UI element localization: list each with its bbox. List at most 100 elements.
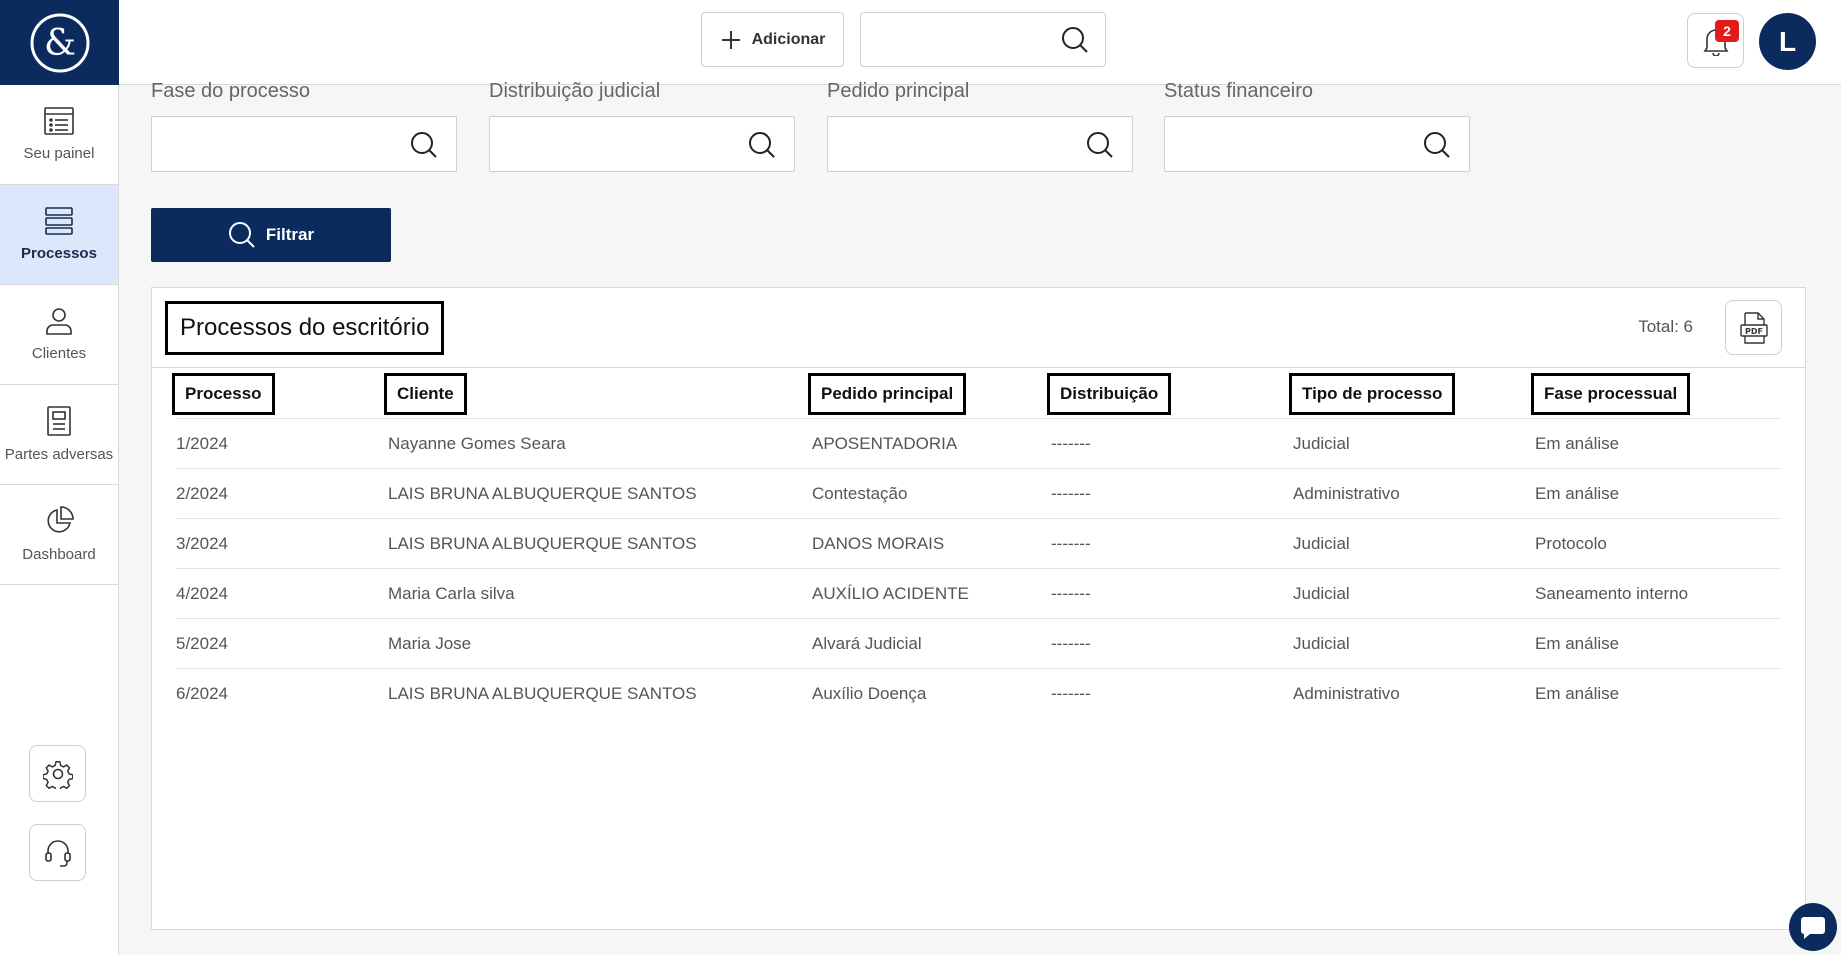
cell-cliente: LAIS BRUNA ALBUQUERQUE SANTOS (388, 484, 697, 503)
pdf-icon: PDF (1739, 311, 1768, 344)
svg-text:PDF: PDF (1745, 327, 1763, 336)
cell-pedido-principal: Auxílio Doença (812, 684, 927, 703)
filter-distribuicao-field (489, 116, 795, 172)
stack-icon (45, 207, 73, 235)
filter-label-status: Status financeiro (1164, 80, 1313, 102)
chat-button[interactable] (1789, 903, 1837, 951)
filter-button[interactable]: Filtrar (151, 208, 391, 262)
gear-icon (42, 760, 73, 789)
filter-label-distribuicao: Distribuição judicial (489, 80, 661, 102)
ampersand-logo-icon: & (30, 13, 89, 72)
app-logo[interactable]: & (0, 0, 119, 85)
cell-cliente: Maria Jose (388, 634, 472, 653)
sidebar-item-label: Clientes (31, 345, 87, 362)
search-icon[interactable] (1061, 26, 1089, 54)
sidebar-item-label: Processos (21, 245, 97, 262)
column-header-cliente[interactable]: Cliente (384, 373, 467, 415)
sidebar: & Seu painel Processos Clientes Partes a… (0, 0, 119, 955)
table-body: 1/2024 Nayanne Gomes Seara APOSENTADORIA --… (152, 418, 1805, 718)
table-row[interactable]: 4/2024 Maria Carla silva AUXÍLIO ACIDENTE -… (176, 568, 1781, 618)
cell-distribuicao: ------- (1051, 484, 1091, 503)
support-button[interactable] (29, 824, 86, 881)
processes-card: Processos do escritório Total: 6 PDF Pro… (151, 287, 1806, 930)
sidebar-item-label: Dashboard (22, 546, 96, 563)
search-icon[interactable] (410, 131, 438, 159)
cell-fase-processual: Protocolo (1535, 534, 1607, 553)
cell-processo: 1/2024 (176, 434, 228, 453)
card-header: Processos do escritório Total: 6 PDF (152, 288, 1805, 368)
table-header: Processo Cliente Pedido principal Distri… (152, 368, 1805, 418)
settings-button[interactable] (29, 745, 86, 802)
add-button-label: Adicionar (751, 30, 826, 48)
list-icon (44, 107, 74, 135)
global-search-input[interactable] (861, 13, 1051, 66)
total-count: Total: 6 (1638, 317, 1693, 336)
pie-chart-icon (47, 506, 74, 533)
filter-fase-input[interactable] (152, 117, 402, 171)
table-row[interactable]: 1/2024 Nayanne Gomes Seara APOSENTADORIA --… (176, 418, 1781, 468)
avatar[interactable]: L (1759, 13, 1816, 70)
notification-badge: 2 (1715, 20, 1739, 42)
sidebar-item-label: Seu painel (23, 145, 95, 162)
cell-tipo-de-processo: Judicial (1293, 534, 1350, 553)
cell-distribuicao: ------- (1051, 434, 1091, 453)
sidebar-item-clientes[interactable]: Clientes (0, 285, 118, 385)
cell-tipo-de-processo: Judicial (1293, 434, 1350, 453)
cell-cliente: Maria Carla silva (388, 584, 515, 603)
export-pdf-button[interactable]: PDF (1725, 300, 1782, 355)
cell-pedido-principal: APOSENTADORIA (812, 434, 958, 453)
sidebar-item-label: Partes adversas (4, 446, 114, 463)
filter-pedido-input[interactable] (828, 117, 1078, 171)
cell-cliente: LAIS BRUNA ALBUQUERQUE SANTOS (388, 534, 697, 553)
top-bar: Adicionar 2 L (119, 0, 1841, 85)
cell-distribuicao: ------- (1051, 534, 1091, 553)
svg-text:&: & (43, 23, 75, 64)
add-button[interactable]: Adicionar (701, 12, 844, 67)
card-title: Processos do escritório (165, 301, 445, 355)
notifications-button[interactable]: 2 (1687, 13, 1744, 68)
cell-fase-processual: Em análise (1535, 484, 1620, 503)
headset-icon (44, 839, 71, 867)
cell-fase-processual: Em análise (1535, 684, 1620, 703)
sidebar-item-dashboard[interactable]: Dashboard (0, 485, 118, 585)
cell-cliente: LAIS BRUNA ALBUQUERQUE SANTOS (388, 684, 697, 703)
column-header-fase-processual[interactable]: Fase processual (1531, 373, 1691, 415)
cell-tipo-de-processo: Judicial (1293, 634, 1350, 653)
document-icon (47, 406, 71, 436)
search-icon[interactable] (1086, 131, 1114, 159)
cell-processo: 6/2024 (176, 684, 228, 703)
cell-pedido-principal: Alvará Judicial (812, 634, 922, 653)
sidebar-item-partes-adversas[interactable]: Partes adversas (0, 385, 118, 485)
cell-pedido-principal: DANOS MORAIS (812, 534, 945, 553)
filter-status-field (1164, 116, 1470, 172)
column-header-tipo-de-processo[interactable]: Tipo de processo (1289, 373, 1456, 415)
search-icon (228, 222, 255, 248)
cell-tipo-de-processo: Judicial (1293, 584, 1350, 603)
cell-processo: 4/2024 (176, 584, 228, 603)
filter-distribuicao-input[interactable] (490, 117, 740, 171)
cell-pedido-principal: AUXÍLIO ACIDENTE (812, 584, 969, 603)
sidebar-item-processos[interactable]: Processos (0, 185, 118, 285)
filter-fase-field (151, 116, 457, 172)
cell-fase-processual: Saneamento interno (1535, 584, 1689, 603)
search-icon[interactable] (748, 131, 776, 159)
search-icon[interactable] (1423, 131, 1451, 159)
cell-tipo-de-processo: Administrativo (1293, 484, 1400, 503)
column-header-pedido-principal[interactable]: Pedido principal (808, 373, 967, 415)
table-row[interactable]: 5/2024 Maria Jose Alvará Judicial ------- Ju… (176, 618, 1781, 668)
cell-processo: 2/2024 (176, 484, 228, 503)
sidebar-item-seu-painel[interactable]: Seu painel (0, 85, 118, 185)
filter-label-fase: Fase do processo (151, 80, 310, 102)
filter-status-input[interactable] (1165, 117, 1415, 171)
plus-icon (721, 30, 740, 49)
cell-processo: 3/2024 (176, 534, 228, 553)
table-row[interactable]: 2/2024 LAIS BRUNA ALBUQUERQUE SANTOS Conte… (176, 468, 1781, 518)
cell-pedido-principal: Contestação (812, 484, 908, 503)
table-row[interactable]: 3/2024 LAIS BRUNA ALBUQUERQUE SANTOS DANOS… (176, 518, 1781, 568)
column-header-distribuicao[interactable]: Distribuição (1047, 373, 1172, 415)
table-row[interactable]: 6/2024 LAIS BRUNA ALBUQUERQUE SANTOS Auxíl… (176, 668, 1781, 718)
column-header-processo[interactable]: Processo (172, 373, 275, 415)
cell-distribuicao: ------- (1051, 634, 1091, 653)
filter-button-label: Filtrar (265, 225, 315, 244)
cell-processo: 5/2024 (176, 634, 228, 653)
